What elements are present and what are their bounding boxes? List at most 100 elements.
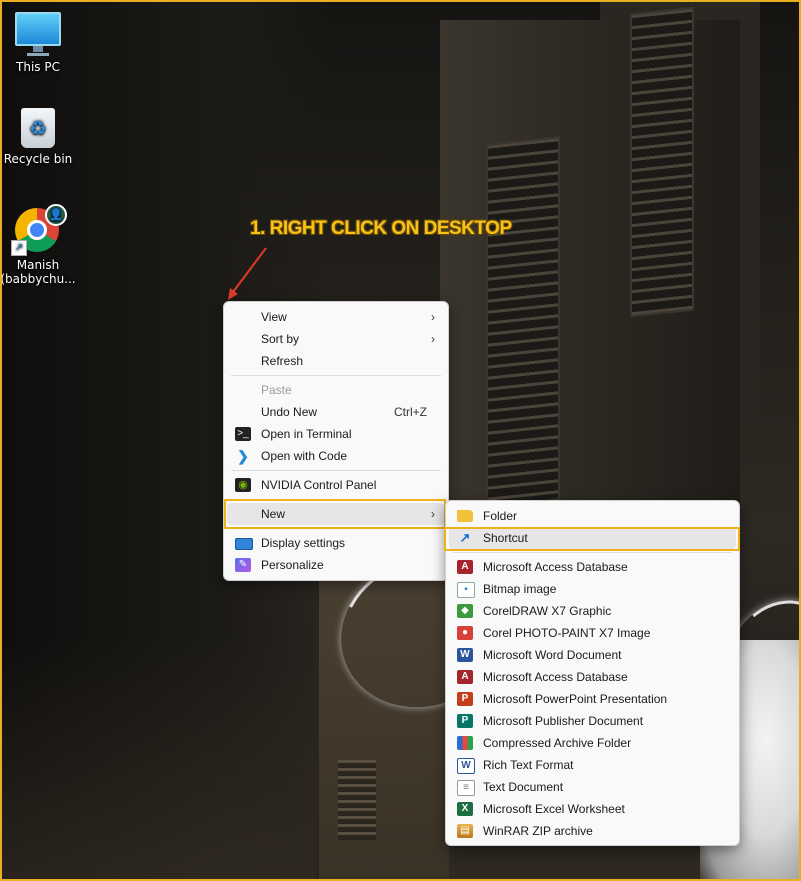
new-item-folder[interactable]: Folder [449,505,736,527]
menu-item-label: Paste [261,383,292,397]
folder-icon [457,510,473,522]
menu-item-label: Refresh [261,354,304,368]
new-item-powerpoint-presentation[interactable]: P Microsoft PowerPoint Presentation [449,688,736,710]
desktop-icon-label: Manish (babbychu... [0,258,76,286]
wallpaper-building-pillar [440,20,740,580]
menu-item-label: Microsoft Word Document [483,648,622,662]
annotation-arrow-icon [228,247,267,300]
menu-separator [231,499,441,500]
menu-item-label: Personalize [261,558,324,572]
wallpaper-door-vent [338,760,376,840]
new-submenu: Folder ↗ Shortcut A Microsoft Access Dat… [445,500,740,846]
new-item-photopaint-image[interactable]: ● Corel PHOTO-PAINT X7 Image [449,622,736,644]
menu-item-label: Microsoft PowerPoint Presentation [483,692,668,706]
wallpaper-vent [486,136,560,508]
menu-item-label: Rich Text Format [483,758,574,772]
powerpoint-icon: P [457,692,473,706]
menu-item-sort-by[interactable]: Sort by › [227,328,445,350]
menu-item-label: Microsoft Access Database [483,560,628,574]
new-item-text-document[interactable]: ≡ Text Document [449,776,736,798]
menu-item-display-settings[interactable]: Display settings [227,532,445,554]
bitmap-icon: ▪ [457,582,475,598]
menu-item-label: View [261,310,287,324]
menu-item-paste: Paste [227,379,445,401]
desktop-icon-label: Recycle bin [3,152,73,166]
chevron-right-icon: › [431,310,435,324]
text-icon: ≡ [457,780,475,796]
excel-icon: X [457,802,473,816]
new-item-publisher-document[interactable]: P Microsoft Publisher Document [449,710,736,732]
person-icon: 👤 [45,204,67,226]
new-item-word-document[interactable]: W Microsoft Word Document [449,644,736,666]
new-item-winrar-zip[interactable]: ▤ WinRAR ZIP archive [449,820,736,842]
menu-item-undo-new[interactable]: Undo New Ctrl+Z [227,401,445,423]
new-item-access-database-2[interactable]: A Microsoft Access Database [449,666,736,688]
menu-item-label: Text Document [483,780,564,794]
desktop-icon-chrome-profile[interactable]: 👤 ↗ Manish (babbychu... [0,204,76,286]
menu-item-label: CorelDRAW X7 Graphic [483,604,612,618]
new-item-rich-text-format[interactable]: W Rich Text Format [449,754,736,776]
new-item-bitmap-image[interactable]: ▪ Bitmap image [449,578,736,600]
display-icon [235,538,253,550]
menu-item-label: Corel PHOTO-PAINT X7 Image [483,626,651,640]
menu-item-new[interactable]: New › [227,503,445,525]
shortcut-icon: ↗ [459,530,471,545]
menu-item-label: Display settings [261,536,346,550]
menu-item-label: WinRAR ZIP archive [483,824,593,838]
menu-item-open-in-terminal[interactable]: >_ Open in Terminal [227,423,445,445]
menu-item-label: Microsoft Access Database [483,670,628,684]
photopaint-icon: ● [457,626,473,640]
winrar-icon: ▤ [457,824,473,838]
access-icon: A [457,560,473,574]
menu-item-nvidia-control-panel[interactable]: ◉ NVIDIA Control Panel [227,474,445,496]
terminal-icon: >_ [235,427,251,441]
publisher-icon: P [457,714,473,728]
menu-item-personalize[interactable]: ✎ Personalize [227,554,445,576]
menu-item-label: Microsoft Excel Worksheet [483,802,625,816]
recycle-bin-icon: ♻ [0,108,76,148]
desktop-context-menu: View › Sort by › Refresh Paste Undo New … [223,301,449,581]
coreldraw-icon: ◆ [457,604,473,618]
menu-item-refresh[interactable]: Refresh [227,350,445,372]
shortcut-arrow-icon: ↗ [11,240,27,256]
new-item-excel-worksheet[interactable]: X Microsoft Excel Worksheet [449,798,736,820]
menu-item-label: Sort by [261,332,300,346]
menu-item-open-with-code[interactable]: ❯ Open with Code [227,445,445,467]
chevron-right-icon: › [431,332,435,346]
desktop-icon-recycle-bin[interactable]: ♻ Recycle bin [0,108,76,166]
access-icon: A [457,670,473,684]
personalize-icon: ✎ [235,558,251,572]
desktop-icon-this-pc[interactable]: This PC [0,12,76,74]
monitor-icon [0,12,76,56]
new-item-access-database[interactable]: A Microsoft Access Database [449,556,736,578]
menu-item-shortcut: Ctrl+Z [394,405,427,419]
new-item-coreldraw-graphic[interactable]: ◆ CorelDRAW X7 Graphic [449,600,736,622]
menu-separator [231,470,441,471]
rtf-icon: W [457,758,475,774]
vscode-icon: ❯ [237,448,249,464]
nvidia-icon: ◉ [235,478,251,492]
menu-separator [231,375,441,376]
word-icon: W [457,648,473,662]
menu-separator [453,552,732,553]
annotation-step-1: 1. RIGHT CLICK ON DESKTOP [250,218,512,239]
menu-item-label: Open in Terminal [261,427,352,441]
chrome-profile-icon: 👤 ↗ [0,204,76,256]
menu-item-label: Compressed Archive Folder [483,736,632,750]
archive-icon [457,736,473,750]
menu-item-view[interactable]: View › [227,306,445,328]
menu-item-label: Bitmap image [483,582,557,596]
menu-item-label: Open with Code [261,449,348,463]
menu-item-label: Microsoft Publisher Document [483,714,644,728]
new-item-shortcut[interactable]: ↗ Shortcut [449,527,736,549]
chevron-right-icon: › [431,507,435,521]
wallpaper-vent [630,6,694,318]
menu-separator [231,528,441,529]
new-item-compressed-archive[interactable]: Compressed Archive Folder [449,732,736,754]
menu-item-label: Undo New [261,405,318,419]
menu-item-label: Shortcut [483,531,528,545]
desktop-icon-label: This PC [16,60,60,74]
menu-item-label: NVIDIA Control Panel [261,478,377,492]
menu-item-label: Folder [483,509,518,523]
menu-item-label: New [261,507,286,521]
